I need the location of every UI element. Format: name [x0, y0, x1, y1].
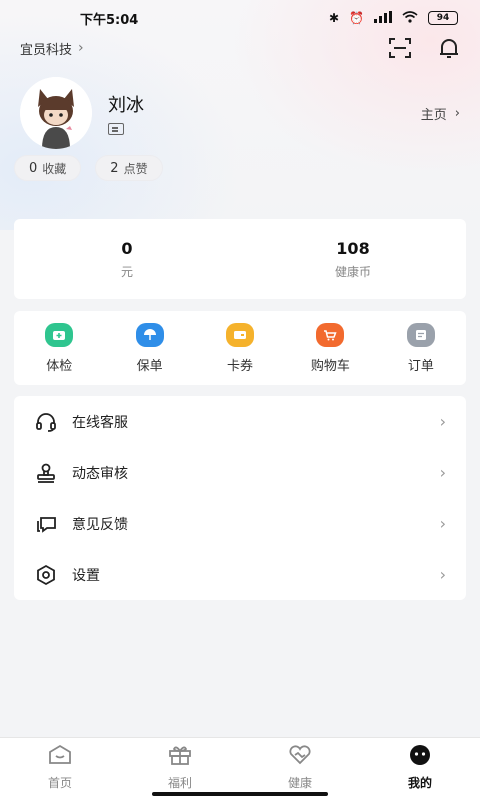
chevron-right-icon: › [439, 514, 446, 533]
chevron-right-icon: › [439, 463, 446, 482]
scan-icon[interactable] [388, 37, 412, 59]
org-switcher[interactable]: 宜员科技 › [20, 39, 84, 58]
headset-icon [34, 410, 58, 434]
balance-value: 0 [121, 238, 133, 258]
likes-pill[interactable]: 2 点赞 [95, 155, 163, 181]
bluetooth-icon: ✱ [328, 11, 340, 25]
balance-label: 元 [120, 264, 133, 279]
shortcut-orders[interactable]: 订单 [376, 311, 466, 385]
order-icon [406, 322, 435, 347]
top-header: 宜员科技 › [0, 34, 480, 62]
health-coin-value: 108 [336, 238, 370, 258]
status-time: 下午5:04 [80, 12, 139, 28]
profile-name: 刘冰 [108, 95, 144, 116]
shortcut-policy[interactable]: 保单 [104, 311, 194, 385]
menu-item-content-review[interactable]: 动态审核 › [14, 447, 466, 498]
tab-home[interactable]: 首页 [0, 738, 120, 800]
homepage-label: 主页 [420, 107, 447, 123]
balance-item[interactable]: 0 元 [14, 219, 240, 299]
favorites-count: 0 [29, 160, 38, 176]
feedback-icon [34, 512, 58, 536]
wallet-card-icon [226, 322, 255, 347]
wallet-card: 0 元 108 健康币 [14, 219, 466, 299]
menu-label: 在线客服 [72, 414, 128, 431]
home-icon [47, 744, 73, 770]
chevron-right-icon: › [78, 40, 84, 56]
tab-label: 我的 [407, 776, 432, 790]
gift-icon [167, 744, 193, 770]
settings-icon [34, 563, 58, 587]
homepage-link[interactable]: 主页 › [421, 104, 460, 123]
menu-item-customer-service[interactable]: 在线客服 › [14, 396, 466, 447]
status-indicators: ✱ ⏰ 94 [328, 10, 458, 26]
shortcut-label: 体检 [46, 358, 73, 374]
battery-icon: 94 [428, 11, 458, 25]
likes-count: 2 [110, 160, 119, 176]
org-name: 宜员科技 [20, 42, 73, 58]
home-indicator [152, 792, 328, 796]
chevron-right-icon: › [454, 105, 460, 121]
health-coin-item[interactable]: 108 健康币 [240, 219, 466, 299]
favorites-pill[interactable]: 0 收藏 [14, 155, 82, 181]
heart-icon [287, 744, 313, 770]
menu-item-settings[interactable]: 设置 › [14, 549, 466, 600]
bell-icon[interactable] [438, 37, 460, 59]
signal-icon [374, 10, 392, 26]
tab-health[interactable]: 健康 [240, 738, 360, 800]
id-card-icon [108, 123, 124, 135]
wifi-icon [402, 10, 418, 26]
health-coin-label: 健康币 [334, 264, 371, 279]
shortcut-coupons[interactable]: 卡券 [195, 311, 285, 385]
shortcuts-card: 体检 保单 卡券 购物车 订单 [14, 311, 466, 385]
menu-item-feedback[interactable]: 意见反馈 › [14, 498, 466, 549]
favorites-label: 收藏 [42, 161, 67, 176]
tab-label: 首页 [47, 776, 72, 790]
profile-section: 刘冰 主页 › [20, 77, 460, 149]
shortcut-checkup[interactable]: 体检 [14, 311, 104, 385]
shortcut-label: 保单 [136, 358, 163, 374]
umbrella-icon [135, 322, 164, 347]
shortcut-cart[interactable]: 购物车 [285, 311, 375, 385]
bottom-tab-bar: 首页 福利 健康 我的 [0, 737, 480, 800]
likes-label: 点赞 [123, 161, 148, 176]
tab-label: 健康 [287, 776, 312, 790]
shortcut-label: 购物车 [310, 358, 350, 374]
status-bar: 下午5:04 ✱ ⏰ 94 [0, 0, 480, 36]
chevron-right-icon: › [439, 412, 446, 431]
chevron-right-icon: › [439, 565, 446, 584]
stamp-icon [34, 461, 58, 485]
menu-label: 动态审核 [72, 465, 128, 482]
avatar[interactable] [20, 77, 92, 149]
profile-face-icon [407, 744, 433, 770]
cart-icon [316, 322, 345, 347]
tab-welfare[interactable]: 福利 [120, 738, 240, 800]
tab-label: 福利 [167, 776, 192, 790]
settings-menu: 在线客服 › 动态审核 › 意见反馈 › 设置 › [14, 396, 466, 600]
menu-label: 设置 [72, 567, 100, 584]
medical-kit-icon [45, 322, 74, 347]
alarm-icon: ⏰ [349, 11, 364, 25]
shortcut-label: 卡券 [227, 358, 254, 374]
menu-label: 意见反馈 [72, 516, 128, 533]
stats-row: 0 收藏 2 点赞 [14, 155, 163, 181]
shortcut-label: 订单 [407, 358, 434, 374]
tab-mine[interactable]: 我的 [360, 738, 480, 800]
